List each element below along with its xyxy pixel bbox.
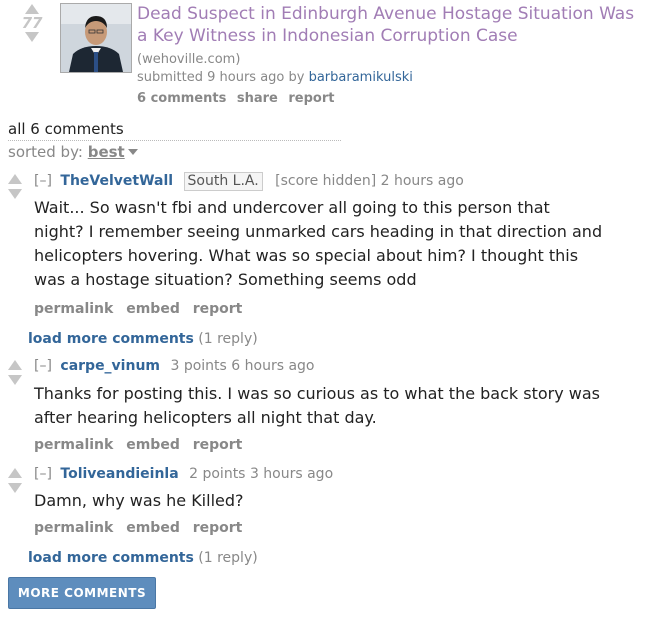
collapse-toggle[interactable]: [–] — [34, 466, 52, 482]
comment-score: [score hidden] — [275, 173, 377, 189]
embed-link[interactable]: embed — [126, 520, 180, 536]
dropdown-caret-icon[interactable] — [127, 149, 138, 155]
upvote-icon[interactable] — [25, 4, 39, 14]
upvote-icon[interactable] — [8, 468, 22, 478]
load-more-comments: load more comments (1 reply) — [28, 550, 258, 566]
comment-body: Damn, why was he Killed? — [34, 489, 652, 513]
comment-line: was a hostage situation? Something seems… — [34, 270, 417, 289]
load-more-link[interactable]: load more comments — [28, 550, 194, 566]
post-thumbnail[interactable] — [60, 3, 132, 73]
upvote-icon[interactable] — [8, 174, 22, 184]
post-author[interactable]: barbaramikulski — [309, 70, 413, 85]
permalink-link[interactable]: permalink — [34, 437, 113, 453]
report-link[interactable]: report — [193, 301, 243, 317]
comment-tagline: [–] TheVelvetWall South L.A. [score hidd… — [34, 172, 464, 191]
comment-buttons: permalink embed report — [34, 437, 250, 453]
downvote-icon[interactable] — [8, 189, 22, 199]
reply-count: (1 reply) — [198, 550, 258, 566]
permalink-link[interactable]: permalink — [34, 301, 113, 317]
sort-dropdown[interactable]: best — [88, 143, 125, 161]
comment-body: Thanks for posting this. I was so curiou… — [34, 382, 652, 430]
comment-time: 6 hours ago — [231, 358, 315, 374]
comment-buttons: permalink embed report — [34, 520, 250, 536]
comment-line: after hearing helicopters all night that… — [34, 408, 377, 427]
person-photo-icon — [61, 4, 131, 72]
comment-line: Wait... So wasn't fbi and undercover all… — [34, 198, 550, 217]
user-flair: South L.A. — [183, 172, 263, 191]
comment-tagline: [–] carpe_vinum 3 points 6 hours ago — [34, 358, 314, 374]
load-more-comments: load more comments (1 reply) — [28, 331, 258, 347]
upvote-icon[interactable] — [8, 360, 22, 370]
downvote-icon[interactable] — [8, 483, 22, 493]
post-domain[interactable]: (wehoville.com) — [137, 52, 240, 67]
sort-menu: sorted by: best — [8, 143, 138, 161]
comment-line: night? I remember seeing unmarked cars h… — [34, 222, 603, 241]
comment-time: 3 hours ago — [249, 466, 334, 482]
comment-author[interactable]: carpe_vinum — [60, 358, 160, 374]
post-score: 77 — [21, 14, 43, 32]
embed-link[interactable]: embed — [126, 301, 180, 317]
collapse-toggle[interactable]: [–] — [34, 173, 52, 189]
load-more-link[interactable]: load more comments — [28, 331, 194, 347]
report-link[interactable]: report — [193, 520, 243, 536]
post-tagline: submitted 9 hours ago by barbaramikulski — [137, 70, 413, 85]
comment-body: Wait... So wasn't fbi and undercover all… — [34, 196, 652, 292]
submitted-text: submitted 9 hours ago by — [137, 70, 305, 85]
post-buttons: 6 comments share report — [137, 91, 340, 106]
post-vote: 77 — [18, 4, 46, 42]
reply-count: (1 reply) — [198, 331, 258, 347]
comment-time: 2 hours ago — [380, 173, 464, 189]
report-link[interactable]: report — [288, 91, 334, 106]
comment-author[interactable]: Toliveandieinla — [60, 466, 178, 482]
comments-link[interactable]: 6 comments — [137, 91, 226, 106]
embed-link[interactable]: embed — [126, 437, 180, 453]
comment-line: Damn, why was he Killed? — [34, 491, 244, 510]
all-comments-label: all 6 comments — [8, 120, 341, 141]
comment-author[interactable]: TheVelvetWall — [60, 173, 173, 189]
collapse-toggle[interactable]: [–] — [34, 358, 52, 374]
comment-vote — [8, 468, 24, 493]
sorted-by-label: sorted by: — [8, 143, 83, 161]
comment-score: 3 points — [170, 358, 227, 374]
permalink-link[interactable]: permalink — [34, 520, 113, 536]
comment-vote — [8, 360, 24, 385]
post-title[interactable]: Dead Suspect in Edinburgh Avenue Hostage… — [137, 3, 637, 47]
post: 77 Dead Suspect in Edinburgh Avenue Host… — [0, 0, 655, 115]
comment-vote — [8, 174, 24, 199]
downvote-icon[interactable] — [8, 375, 22, 385]
share-link[interactable]: share — [237, 91, 278, 106]
comment-line: Thanks for posting this. I was so curiou… — [34, 384, 600, 403]
comment-buttons: permalink embed report — [34, 301, 250, 317]
comment-tagline: [–] Toliveandieinla 2 points 3 hours ago — [34, 466, 333, 482]
downvote-icon[interactable] — [25, 32, 39, 42]
comment-line: helicopters hovering. What was so specia… — [34, 246, 579, 265]
comment-score: 2 points — [189, 466, 246, 482]
report-link[interactable]: report — [193, 437, 243, 453]
more-comments-button[interactable]: MORE COMMENTS — [8, 577, 156, 609]
